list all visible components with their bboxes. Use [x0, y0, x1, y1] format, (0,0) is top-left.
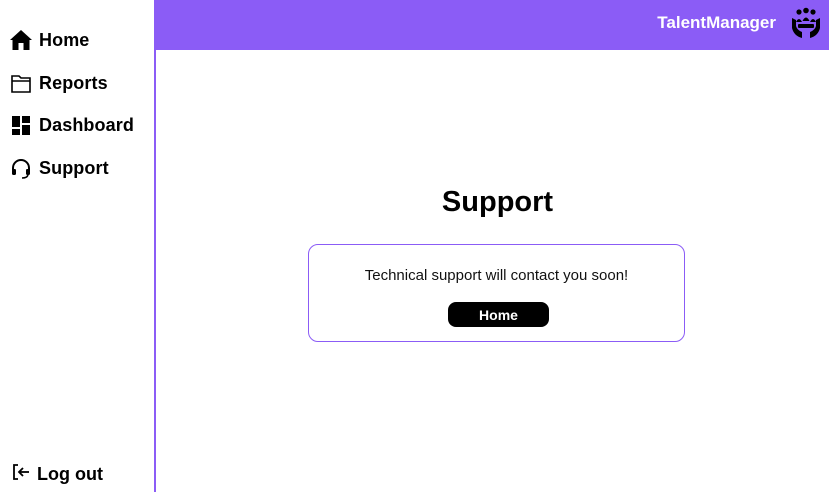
headset-icon — [9, 156, 33, 180]
folder-icon — [9, 71, 33, 95]
logout-button[interactable]: Log out — [11, 461, 103, 487]
sidebar-item-dashboard[interactable]: Dashboard — [9, 112, 134, 138]
sidebar-item-home[interactable]: Home — [9, 27, 89, 53]
main-content: Support Technical support will contact y… — [156, 50, 829, 492]
sidebar: Home Reports Dashboard Support Log out — [0, 0, 156, 492]
support-message: Technical support will contact you soon! — [364, 267, 629, 284]
sidebar-item-support[interactable]: Support — [9, 155, 109, 181]
dashboard-icon — [9, 113, 33, 137]
logout-label: Log out — [37, 463, 103, 484]
support-message-card: Technical support will contact you soon!… — [308, 244, 685, 342]
home-button[interactable]: Home — [448, 302, 549, 327]
app-root: Home Reports Dashboard Support Log out T… — [0, 0, 829, 492]
sidebar-item-label: Support — [39, 157, 109, 178]
top-header: TalentManager — [156, 0, 829, 50]
sidebar-item-label: Dashboard — [39, 114, 134, 135]
brand-name: TalentManager — [657, 13, 776, 32]
page-title: Support — [441, 186, 554, 218]
sidebar-item-label: Home — [39, 29, 90, 50]
home-icon — [9, 28, 33, 52]
people-in-hands-icon — [789, 6, 823, 40]
sidebar-item-label: Reports — [39, 72, 108, 93]
sidebar-item-reports[interactable]: Reports — [9, 70, 108, 96]
logout-icon — [11, 462, 31, 487]
